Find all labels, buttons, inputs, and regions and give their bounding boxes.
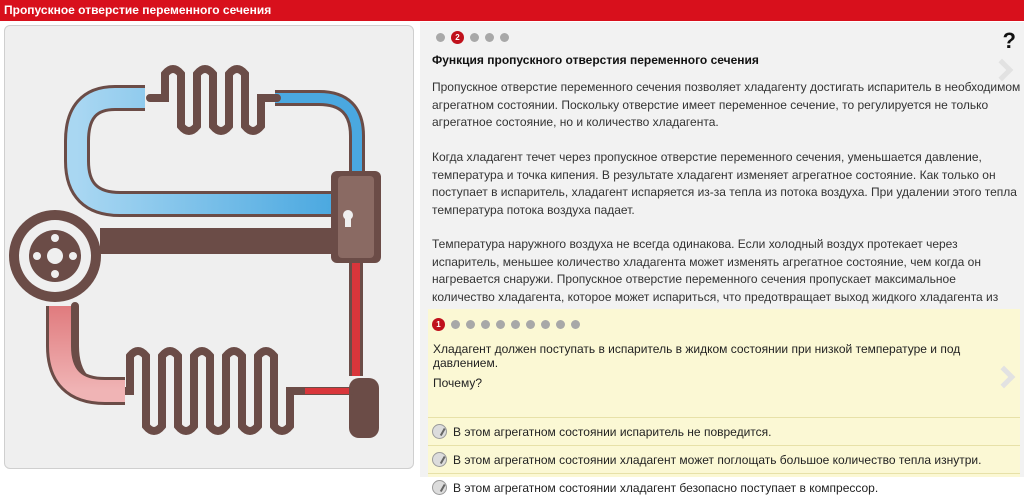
page-dot-active[interactable]: 2 [451,31,464,44]
quiz-dot[interactable] [481,320,490,329]
paragraph-2: Когда хладагент течет через пропускное о… [432,150,1017,217]
quiz-dot[interactable] [511,320,520,329]
quiz-page-indicator: 1 [432,318,580,331]
quiz-dot-active[interactable]: 1 [432,318,445,331]
radio-icon[interactable] [432,480,447,495]
cold-pipe-left-loop [64,85,335,217]
page-dot[interactable] [500,33,509,42]
quiz-dot[interactable] [526,320,535,329]
quiz-option-label: В этом агрегатном состоянии испаритель н… [453,424,772,439]
circuit-diagram [9,65,381,438]
content-panel: 2 ? Функция пропускного отверстия переме… [420,22,1024,495]
section-heading: Функция пропускного отверстия переменног… [432,53,759,67]
quiz-dot[interactable] [541,320,550,329]
quiz-option-2[interactable]: В этом агрегатном состоянии хладагент мо… [428,445,1020,473]
paragraph-1: Пропускное отверстие переменного сечения… [432,80,1021,129]
help-button[interactable]: ? [1003,28,1016,54]
quiz-panel: 1 Хладагент должен поступать в испарител… [428,309,1020,495]
evaporator-coil [146,65,281,135]
refrigerant-circuit-illustration [4,25,414,469]
window-title-bar: Пропускное отверстие переменного сечения [0,0,1024,21]
quiz-question: Хладагент должен поступать в испаритель … [433,342,961,370]
quiz-dot[interactable] [496,320,505,329]
page-indicator: 2 [436,31,509,44]
quiz-dot[interactable] [556,320,565,329]
page-dot[interactable] [485,33,494,42]
page-dot[interactable] [436,33,445,42]
radio-icon[interactable] [432,452,447,467]
quiz-option-1[interactable]: В этом агрегатном состоянии испаритель н… [428,417,1020,445]
quiz-dot[interactable] [466,320,475,329]
condenser-coil [71,302,354,435]
receiver-drier [349,378,379,438]
window-title: Пропускное отверстие переменного сечения [4,3,272,17]
quiz-option-3[interactable]: В этом агрегатном состоянии хладагент бе… [428,473,1020,501]
quiz-option-label: В этом агрегатном состоянии хладагент бе… [453,480,879,495]
quiz-option-label: В этом агрегатном состоянии хладагент мо… [453,452,982,467]
quiz-dot[interactable] [451,320,460,329]
page-dot[interactable] [470,33,479,42]
quiz-why: Почему? [433,376,483,390]
radio-icon[interactable] [432,424,447,439]
next-page-arrow-icon[interactable] [990,58,1014,82]
quiz-dot[interactable] [571,320,580,329]
